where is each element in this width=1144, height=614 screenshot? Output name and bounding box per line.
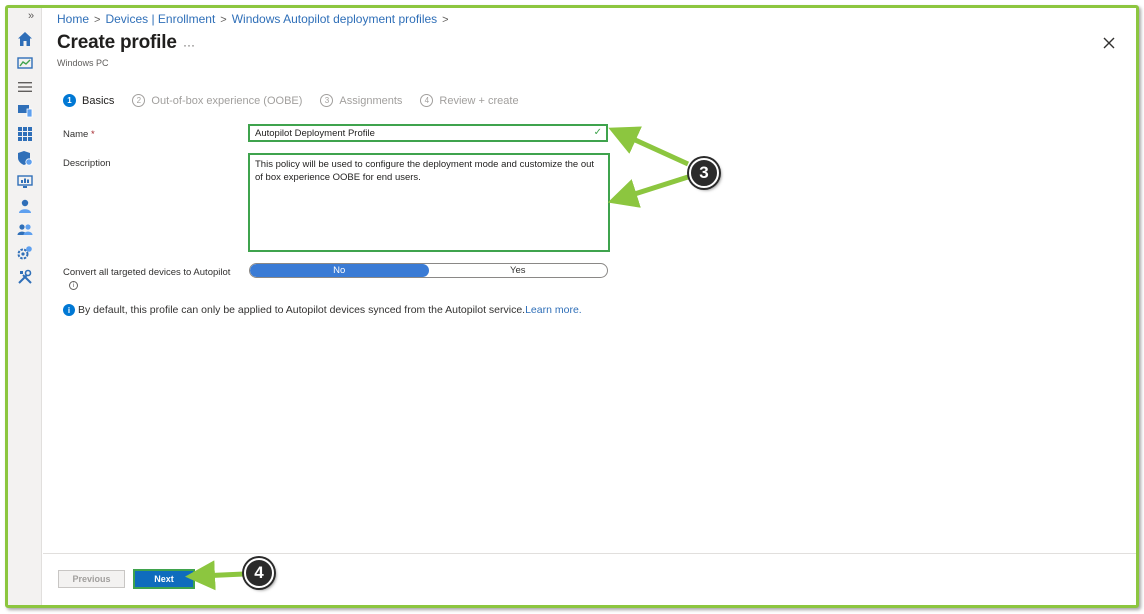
info-filled-icon: i bbox=[63, 304, 75, 316]
name-label-text: Name bbox=[63, 129, 89, 140]
learn-more-link[interactable]: Learn more. bbox=[525, 304, 582, 316]
breadcrumb: Home > Devices | Enrollment > Windows Autopi… bbox=[57, 12, 454, 26]
info-icon[interactable]: i bbox=[69, 281, 78, 290]
required-indicator: * bbox=[90, 129, 95, 140]
previous-button[interactable]: Previous bbox=[58, 570, 125, 588]
step-number: 2 bbox=[132, 94, 146, 107]
home-icon[interactable] bbox=[16, 30, 34, 48]
wizard-footer: Previous Next bbox=[43, 553, 1136, 605]
breadcrumb-home[interactable]: Home bbox=[57, 12, 89, 26]
chevron-right-icon: > bbox=[220, 14, 227, 26]
tab-basics[interactable]: 1 Basics bbox=[63, 94, 114, 107]
toggle-option-no[interactable]: No bbox=[250, 264, 429, 277]
tenant-admin-icon[interactable] bbox=[16, 244, 34, 262]
breadcrumb-autopilot-profiles[interactable]: Windows Autopilot deployment profiles bbox=[232, 12, 437, 26]
step-label: Assignments bbox=[339, 94, 403, 107]
step-number: 4 bbox=[420, 94, 434, 107]
expand-nav-icon[interactable]: » bbox=[28, 10, 34, 22]
chevron-right-icon: > bbox=[94, 14, 101, 26]
name-input[interactable]: Autopilot Deployment Profile ✓ bbox=[248, 124, 608, 142]
chevron-right-icon: > bbox=[442, 14, 449, 26]
breadcrumb-devices-enrollment[interactable]: Devices | Enrollment bbox=[105, 12, 215, 26]
name-label: Name * bbox=[63, 129, 95, 140]
wizard-steps: 1 Basics 2 Out-of-box experience (OOBE) … bbox=[63, 94, 537, 107]
users-icon[interactable] bbox=[16, 197, 34, 215]
tab-assignments[interactable]: 3 Assignments bbox=[320, 94, 402, 107]
callout-badge-4: 4 bbox=[244, 558, 274, 588]
checkmark-icon: ✓ bbox=[593, 127, 602, 138]
step-label: Basics bbox=[82, 94, 115, 107]
notice-text: By default, this profile can only be app… bbox=[78, 304, 526, 316]
page-subtitle: Windows PC bbox=[57, 58, 109, 68]
all-services-icon[interactable] bbox=[16, 78, 34, 96]
tab-review-create[interactable]: 4 Review + create bbox=[420, 94, 519, 107]
left-nav-rail: » bbox=[8, 8, 42, 605]
name-input-value: Autopilot Deployment Profile bbox=[255, 128, 375, 139]
app-window: » Home > Devices | Enrollment > Windows … bbox=[5, 5, 1139, 608]
info-notice: i By default, this profile can only be a… bbox=[63, 304, 582, 316]
main-content: Home > Devices | Enrollment > Windows Autopi… bbox=[43, 8, 1136, 605]
more-options-icon[interactable]: ··· bbox=[183, 38, 195, 52]
step-number: 3 bbox=[320, 94, 334, 107]
description-label: Description bbox=[63, 158, 111, 169]
step-number: 1 bbox=[63, 94, 76, 107]
callout-badge-3: 3 bbox=[689, 158, 719, 188]
description-textarea[interactable]: This policy will be used to configure th… bbox=[248, 153, 610, 252]
page-title: Create profile bbox=[57, 32, 177, 53]
convert-autopilot-toggle[interactable]: No Yes bbox=[249, 263, 608, 278]
apps-icon[interactable] bbox=[16, 125, 34, 143]
next-button[interactable]: Next bbox=[133, 569, 195, 589]
reports-icon[interactable] bbox=[16, 173, 34, 191]
endpoint-security-icon[interactable] bbox=[16, 149, 34, 167]
step-label: Out-of-box experience (OOBE) bbox=[151, 94, 303, 107]
dashboard-icon[interactable] bbox=[16, 54, 34, 72]
close-icon[interactable] bbox=[1102, 36, 1116, 50]
troubleshooting-icon[interactable] bbox=[16, 268, 34, 286]
convert-autopilot-label: Convert all targeted devices to Autopilo… bbox=[63, 267, 231, 278]
step-label: Review + create bbox=[439, 94, 519, 107]
tab-oobe[interactable]: 2 Out-of-box experience (OOBE) bbox=[132, 94, 302, 107]
devices-icon[interactable] bbox=[16, 101, 34, 119]
groups-icon[interactable] bbox=[16, 220, 34, 238]
toggle-option-yes[interactable]: Yes bbox=[429, 264, 608, 277]
